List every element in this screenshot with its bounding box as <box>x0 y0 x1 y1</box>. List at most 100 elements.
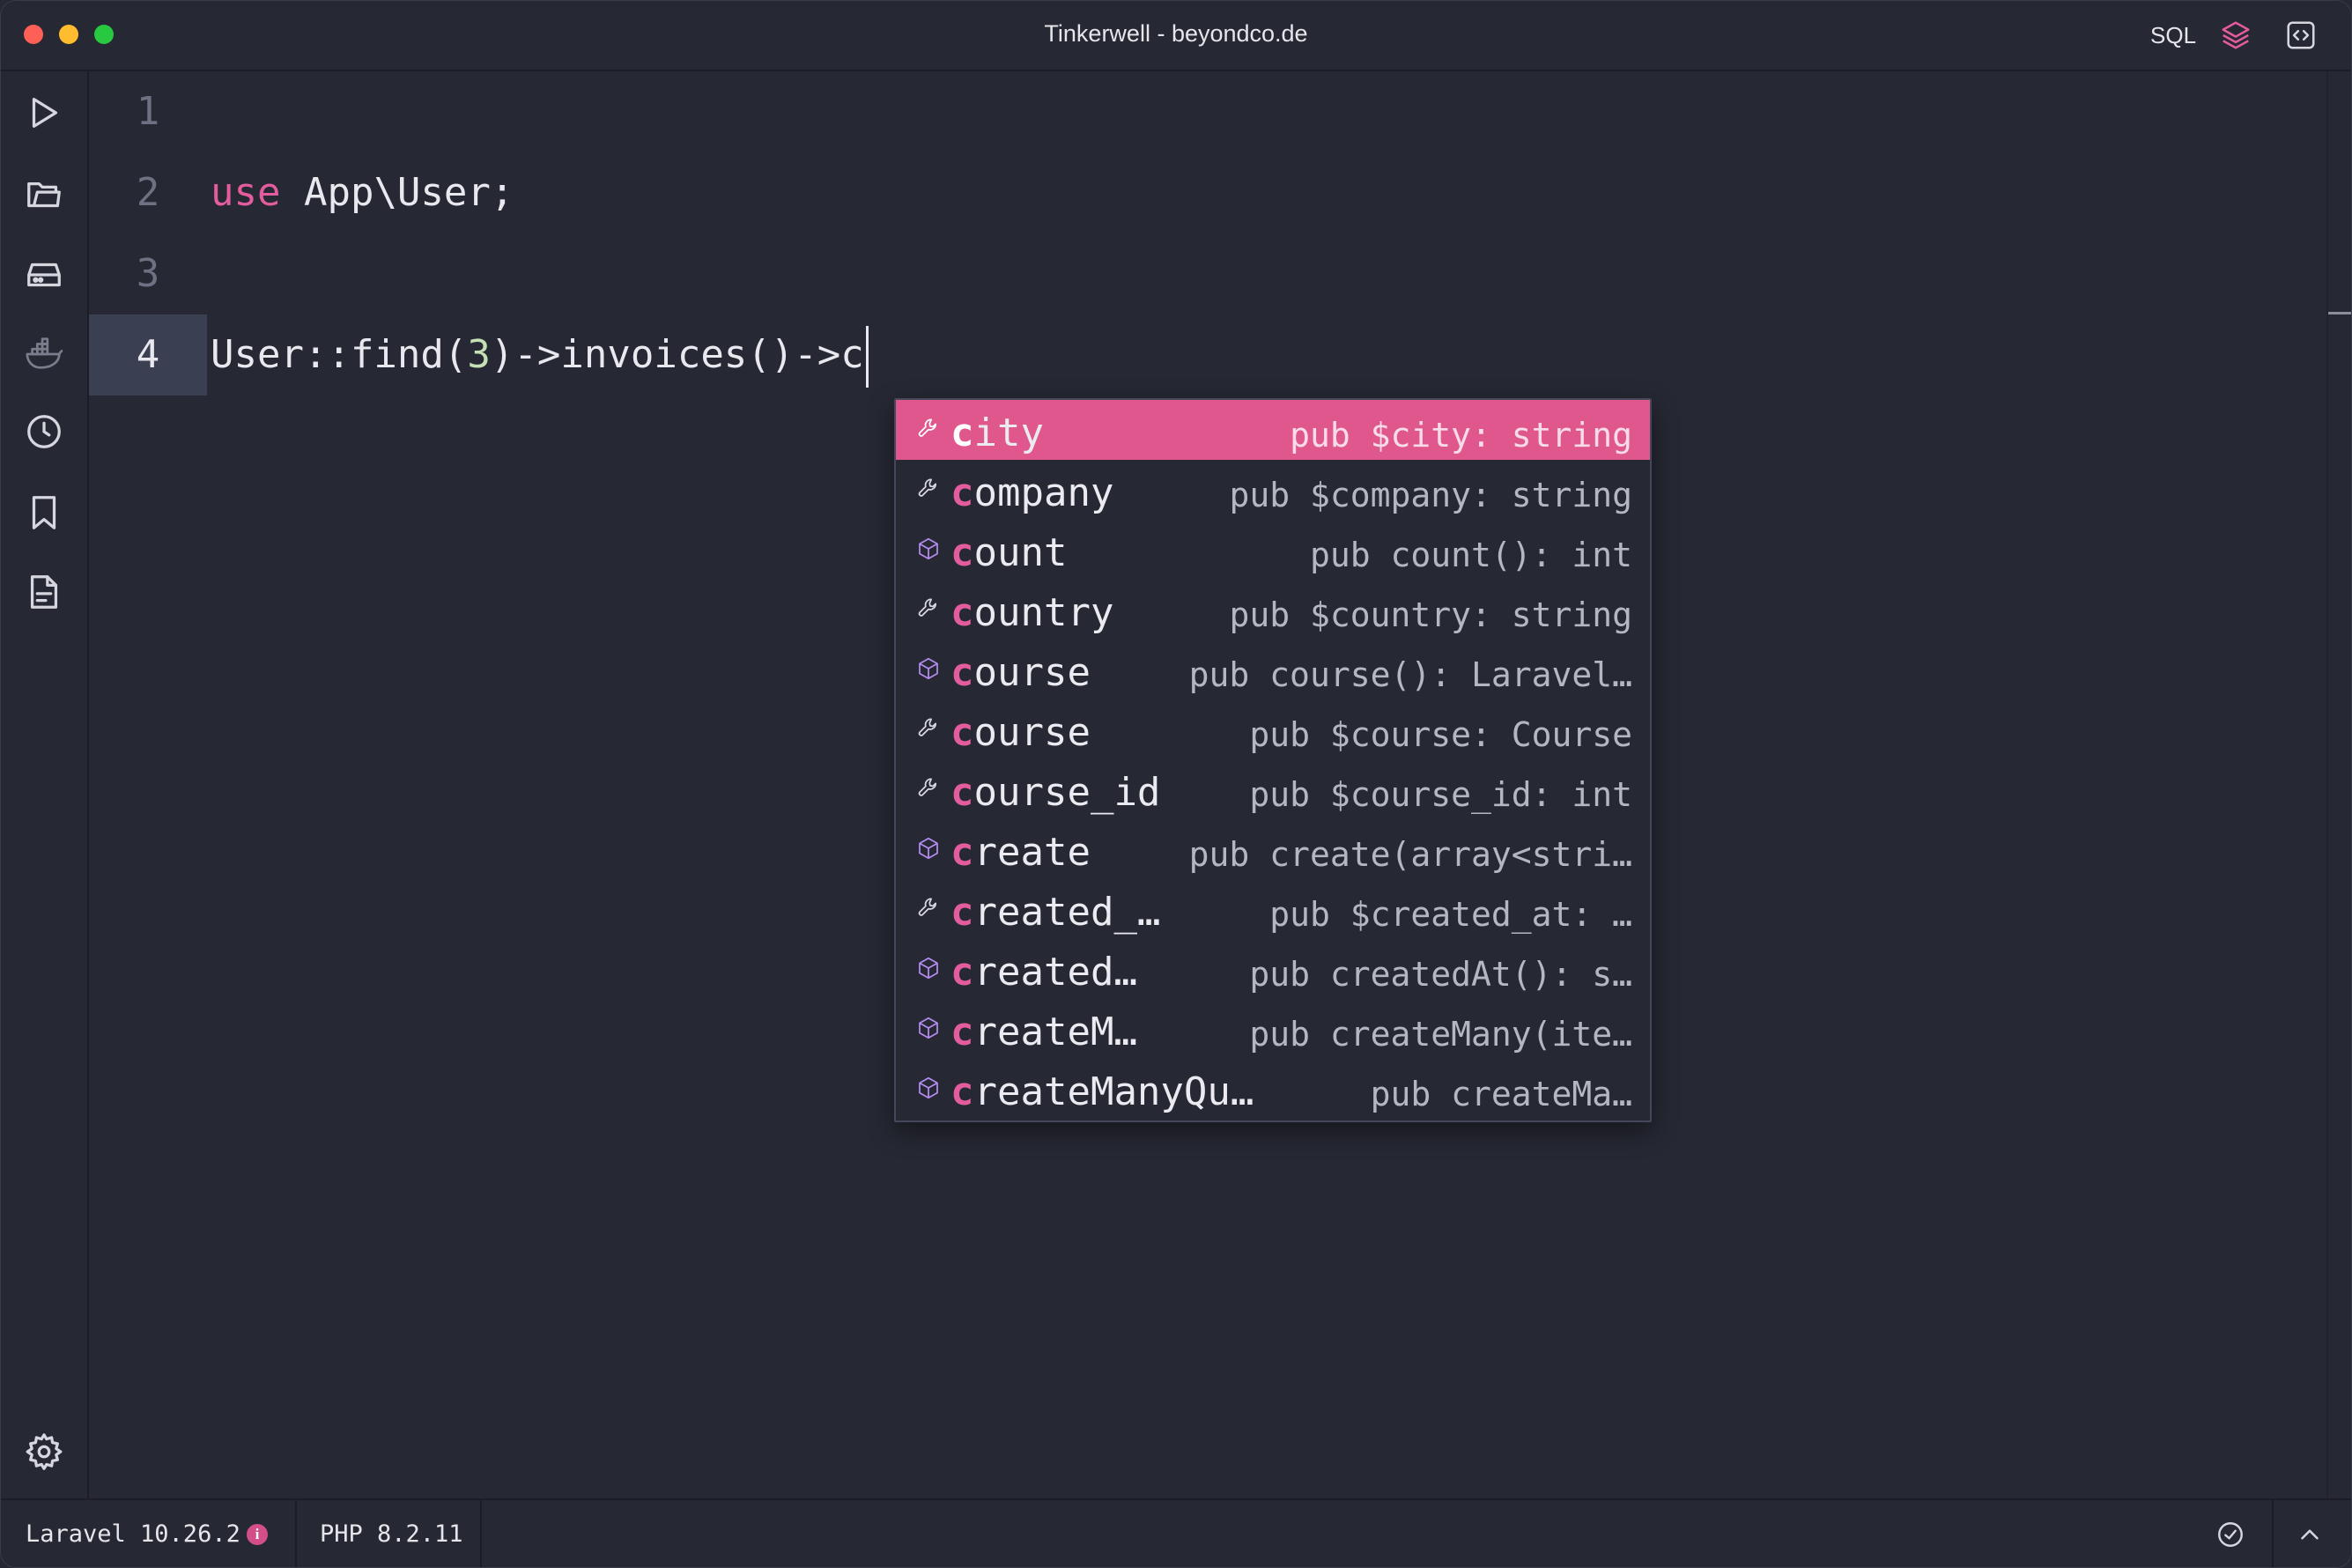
laravel-version[interactable]: Laravel 10.26.2 <box>26 1500 240 1567</box>
info-icon[interactable]: i <box>247 1524 268 1545</box>
number-literal: 3 <box>467 332 491 377</box>
autocomplete-item-name: count <box>950 527 1067 580</box>
match-prefix: c <box>950 1010 974 1054</box>
autocomplete-item-signature: pub createdAt(): s… <box>1249 955 1632 994</box>
completion-rest: ompany <box>973 470 1114 515</box>
docker-icon[interactable] <box>24 334 64 374</box>
wrench-icon <box>918 418 936 437</box>
cube-icon <box>919 1017 938 1039</box>
php-version[interactable]: PHP 8.2.11 <box>320 1500 463 1567</box>
autocomplete-item[interactable]: company pub $company: string <box>896 460 1650 520</box>
match-prefix: c <box>950 410 974 455</box>
autocomplete-item-signature: pub course(): Laravel… <box>1188 655 1632 694</box>
autocomplete-item-signature: pub $company: string <box>1229 476 1632 514</box>
completion-rest: reated… <box>973 950 1137 995</box>
autocomplete-item[interactable]: count pub count(): int <box>896 520 1650 580</box>
autocomplete-item[interactable]: createManyQu… pub createMa… <box>896 1059 1650 1119</box>
completion-rest: ount <box>973 530 1068 575</box>
autocomplete-item-signature: pub $country: string <box>1229 595 1632 634</box>
autocomplete-item-name: created… <box>950 946 1137 999</box>
autocomplete-popup: city pub $city: string company pub $company… <box>894 398 1652 1122</box>
folder-icon[interactable] <box>24 175 64 216</box>
match-prefix: c <box>950 770 974 815</box>
code-line-3: 3 <box>89 233 2326 314</box>
match-prefix: c <box>950 470 974 515</box>
editor-scrollbar[interactable] <box>2326 71 2328 1498</box>
status-divider <box>295 1500 297 1567</box>
autocomplete-item[interactable]: country pub $country: string <box>896 580 1650 640</box>
match-prefix: c <box>950 950 974 995</box>
autocomplete-item-signature: pub create(array<stri… <box>1188 835 1632 874</box>
bookmark-icon[interactable] <box>24 492 64 533</box>
autocomplete-item-name: city <box>950 407 1044 460</box>
completion-rest: reate <box>973 830 1091 875</box>
autocomplete-item[interactable]: course pub course(): Laravel… <box>896 640 1650 699</box>
completion-rest: reateManyQu… <box>973 1069 1254 1114</box>
autocomplete-item[interactable]: course pub $course: Course <box>896 699 1650 759</box>
cube-icon <box>919 957 938 980</box>
completion-rest: reated_… <box>973 890 1161 935</box>
autocomplete-item-signature: pub $course: Course <box>1249 715 1632 754</box>
autocomplete-item-signature: pub $created_at: … <box>1269 895 1632 934</box>
cube-icon <box>919 1076 938 1099</box>
line-number-active: 4 <box>89 314 207 396</box>
code-fragment: )->invoices()->c <box>490 332 864 377</box>
chevron-up-icon[interactable] <box>2295 1520 2325 1550</box>
settings-icon[interactable] <box>24 1431 64 1472</box>
code-line-4: 4 User::find(3)->invoices()->c <box>89 314 2326 396</box>
code-fragment: User::find( <box>211 332 468 377</box>
match-prefix: c <box>950 830 974 875</box>
tinkerwell-window: Tinkerwell - beyondco.de SQL 1 2 use App… <box>0 0 2352 1568</box>
autocomplete-item-name: company <box>950 467 1113 520</box>
completion-rest: ourse <box>973 710 1091 755</box>
sql-mode-button[interactable]: SQL <box>2150 22 2196 49</box>
completion-rest: ountry <box>973 590 1114 635</box>
status-divider <box>480 1500 482 1567</box>
window-title: Tinkerwell - beyondco.de <box>1044 20 1308 47</box>
cube-icon <box>919 837 938 860</box>
match-prefix: c <box>950 590 974 635</box>
autocomplete-item[interactable]: created… pub createdAt(): s… <box>896 939 1650 999</box>
cube-icon <box>919 657 938 680</box>
wrench-icon <box>918 478 936 497</box>
autocomplete-item[interactable]: city pub $city: string <box>896 400 1650 460</box>
autocomplete-item-signature: pub createMany(ite… <box>1249 1015 1632 1054</box>
match-prefix: c <box>950 710 974 755</box>
autocomplete-item-signature: pub count(): int <box>1309 536 1632 574</box>
scrollbar-cursor-marker <box>2328 312 2351 314</box>
autocomplete-item[interactable]: createM… pub createMany(ite… <box>896 999 1650 1059</box>
layers-icon[interactable] <box>2219 18 2252 52</box>
code-fragment: App\User; <box>280 170 514 215</box>
completion-rest: reateM… <box>973 1010 1137 1054</box>
autocomplete-item-signature: pub createMa… <box>1370 1075 1632 1113</box>
match-prefix: c <box>950 1069 974 1114</box>
code-panel-icon[interactable] <box>2284 18 2318 52</box>
autocomplete-item-name: course <box>950 647 1091 699</box>
autocomplete-item[interactable]: created_… pub $created_at: … <box>896 879 1650 939</box>
keyword-use: use <box>211 170 281 215</box>
history-icon[interactable] <box>24 411 64 452</box>
database-icon[interactable] <box>24 255 64 295</box>
status-bar: Laravel 10.26.2 i PHP 8.2.11 <box>1 1498 2351 1567</box>
match-prefix: c <box>950 650 974 695</box>
code-line-2: 2 use App\User; <box>89 152 2326 233</box>
code-text[interactable]: use App\User; <box>211 152 514 233</box>
autocomplete-item-signature: pub $city: string <box>1290 416 1632 455</box>
code-text[interactable]: User::find(3)->invoices()->c <box>211 314 869 396</box>
autocomplete-item-name: course_id <box>950 766 1160 819</box>
line-number: 3 <box>136 251 160 296</box>
snippet-file-icon[interactable] <box>24 572 64 612</box>
line-number: 1 <box>136 89 160 134</box>
autocomplete-item[interactable]: course_id pub $course_id: int <box>896 759 1650 819</box>
status-divider <box>2272 1500 2274 1567</box>
autocomplete-item[interactable]: create pub create(array<stri… <box>896 819 1650 879</box>
check-circle-icon[interactable] <box>2215 1520 2245 1550</box>
code-line-1: 1 <box>89 71 2326 152</box>
autocomplete-item-name: create <box>950 826 1091 879</box>
completion-rest: ourse_id <box>973 770 1161 815</box>
line-number: 2 <box>136 170 160 215</box>
title-bar: Tinkerwell - beyondco.de SQL <box>1 1 2351 71</box>
autocomplete-item-name: created_… <box>950 886 1160 939</box>
run-icon[interactable] <box>24 92 64 133</box>
wrench-icon <box>918 778 936 796</box>
